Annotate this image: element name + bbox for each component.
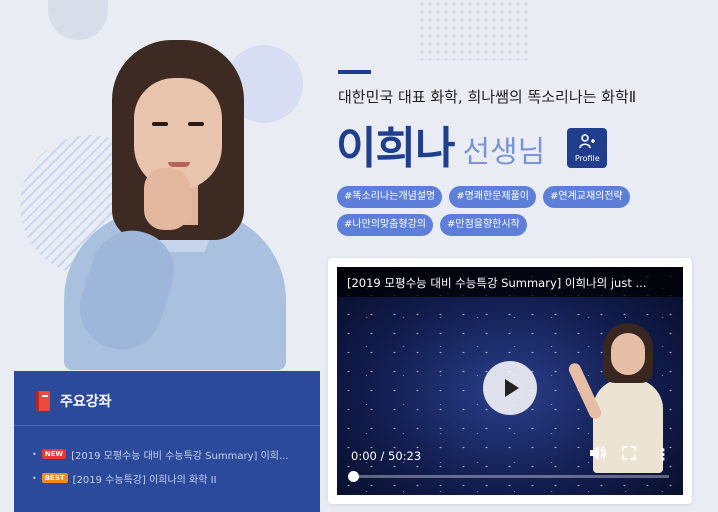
course-item[interactable]: • BEST [2019 수능특강] 이희나의 화학 II xyxy=(32,466,320,490)
main-courses-header: 주요강좌 xyxy=(14,371,320,411)
bullet: • xyxy=(32,473,37,483)
play-button[interactable] xyxy=(483,361,537,415)
video-card: [2019 모평수능 대비 수능특강 Summary] 이희나의 just ..… xyxy=(328,258,692,504)
new-badge: NEW xyxy=(41,449,67,459)
progress-knob[interactable] xyxy=(348,471,359,482)
best-badge: BEST xyxy=(41,473,68,483)
profile-label: Profile xyxy=(574,153,600,163)
progress-bar[interactable] xyxy=(348,471,669,482)
hashtag[interactable]: #만점을향한시작 xyxy=(439,214,527,236)
hashtag[interactable]: #나만의맞춤형강의 xyxy=(337,214,433,236)
main-courses-panel: 주요강좌 • NEW [2019 모평수능 대비 수능특강 Summary] 이… xyxy=(14,371,320,512)
book-icon xyxy=(36,391,50,411)
course-link[interactable]: [2019 모평수능 대비 수능특강 Summary] 이희... xyxy=(71,447,288,462)
bullet: • xyxy=(32,449,37,459)
accent-bar xyxy=(338,70,371,74)
hashtag[interactable]: #연계교재의전략 xyxy=(542,186,630,208)
background-shape xyxy=(48,0,108,40)
video-title-bar: [2019 모평수능 대비 수능특강 Summary] 이희나의 just ..… xyxy=(337,267,683,297)
volume-icon[interactable] xyxy=(589,445,607,465)
main-courses-title: 주요강좌 xyxy=(60,394,112,410)
hashtag[interactable]: #똑소리나는개념설명 xyxy=(337,186,443,208)
play-icon xyxy=(505,379,519,397)
teacher-name-row: 이희나 선생님 Profile xyxy=(336,112,608,176)
more-vertical-icon[interactable]: ⋮ xyxy=(655,445,671,464)
user-plus-icon xyxy=(579,133,596,152)
user-plus-icon-svg xyxy=(579,133,596,148)
teacher-portrait xyxy=(60,40,290,370)
video-title[interactable]: [2019 모평수능 대비 수능특강 Summary] 이희나의 just ..… xyxy=(337,267,683,291)
video-time: 0:00 / 50:23 xyxy=(351,449,422,463)
fullscreen-icon[interactable] xyxy=(622,445,636,464)
teacher-role: 선생님 xyxy=(462,135,546,170)
tagline: 대한민국 대표 화학, 희나쌤의 똑소리나는 화학Ⅱ xyxy=(338,88,637,106)
course-list: • NEW [2019 모평수능 대비 수능특강 Summary] 이희... … xyxy=(14,426,320,490)
background-dots xyxy=(418,0,528,60)
teacher-name: 이희나 xyxy=(336,123,455,174)
profile-button[interactable]: Profile xyxy=(567,128,608,168)
course-item[interactable]: • NEW [2019 모평수능 대비 수능특강 Summary] 이희... xyxy=(32,442,320,466)
course-link[interactable]: [2019 수능특강] 이희나의 화학 II xyxy=(73,471,217,486)
hashtag-list: #똑소리나는개념설명 #명쾌한문제풀이 #연계교재의전략 #나만의맞춤형강의 #… xyxy=(337,186,677,236)
video-player[interactable]: [2019 모평수능 대비 수능특강 Summary] 이희나의 just ..… xyxy=(337,267,683,495)
hashtag[interactable]: #명쾌한문제풀이 xyxy=(449,186,536,208)
